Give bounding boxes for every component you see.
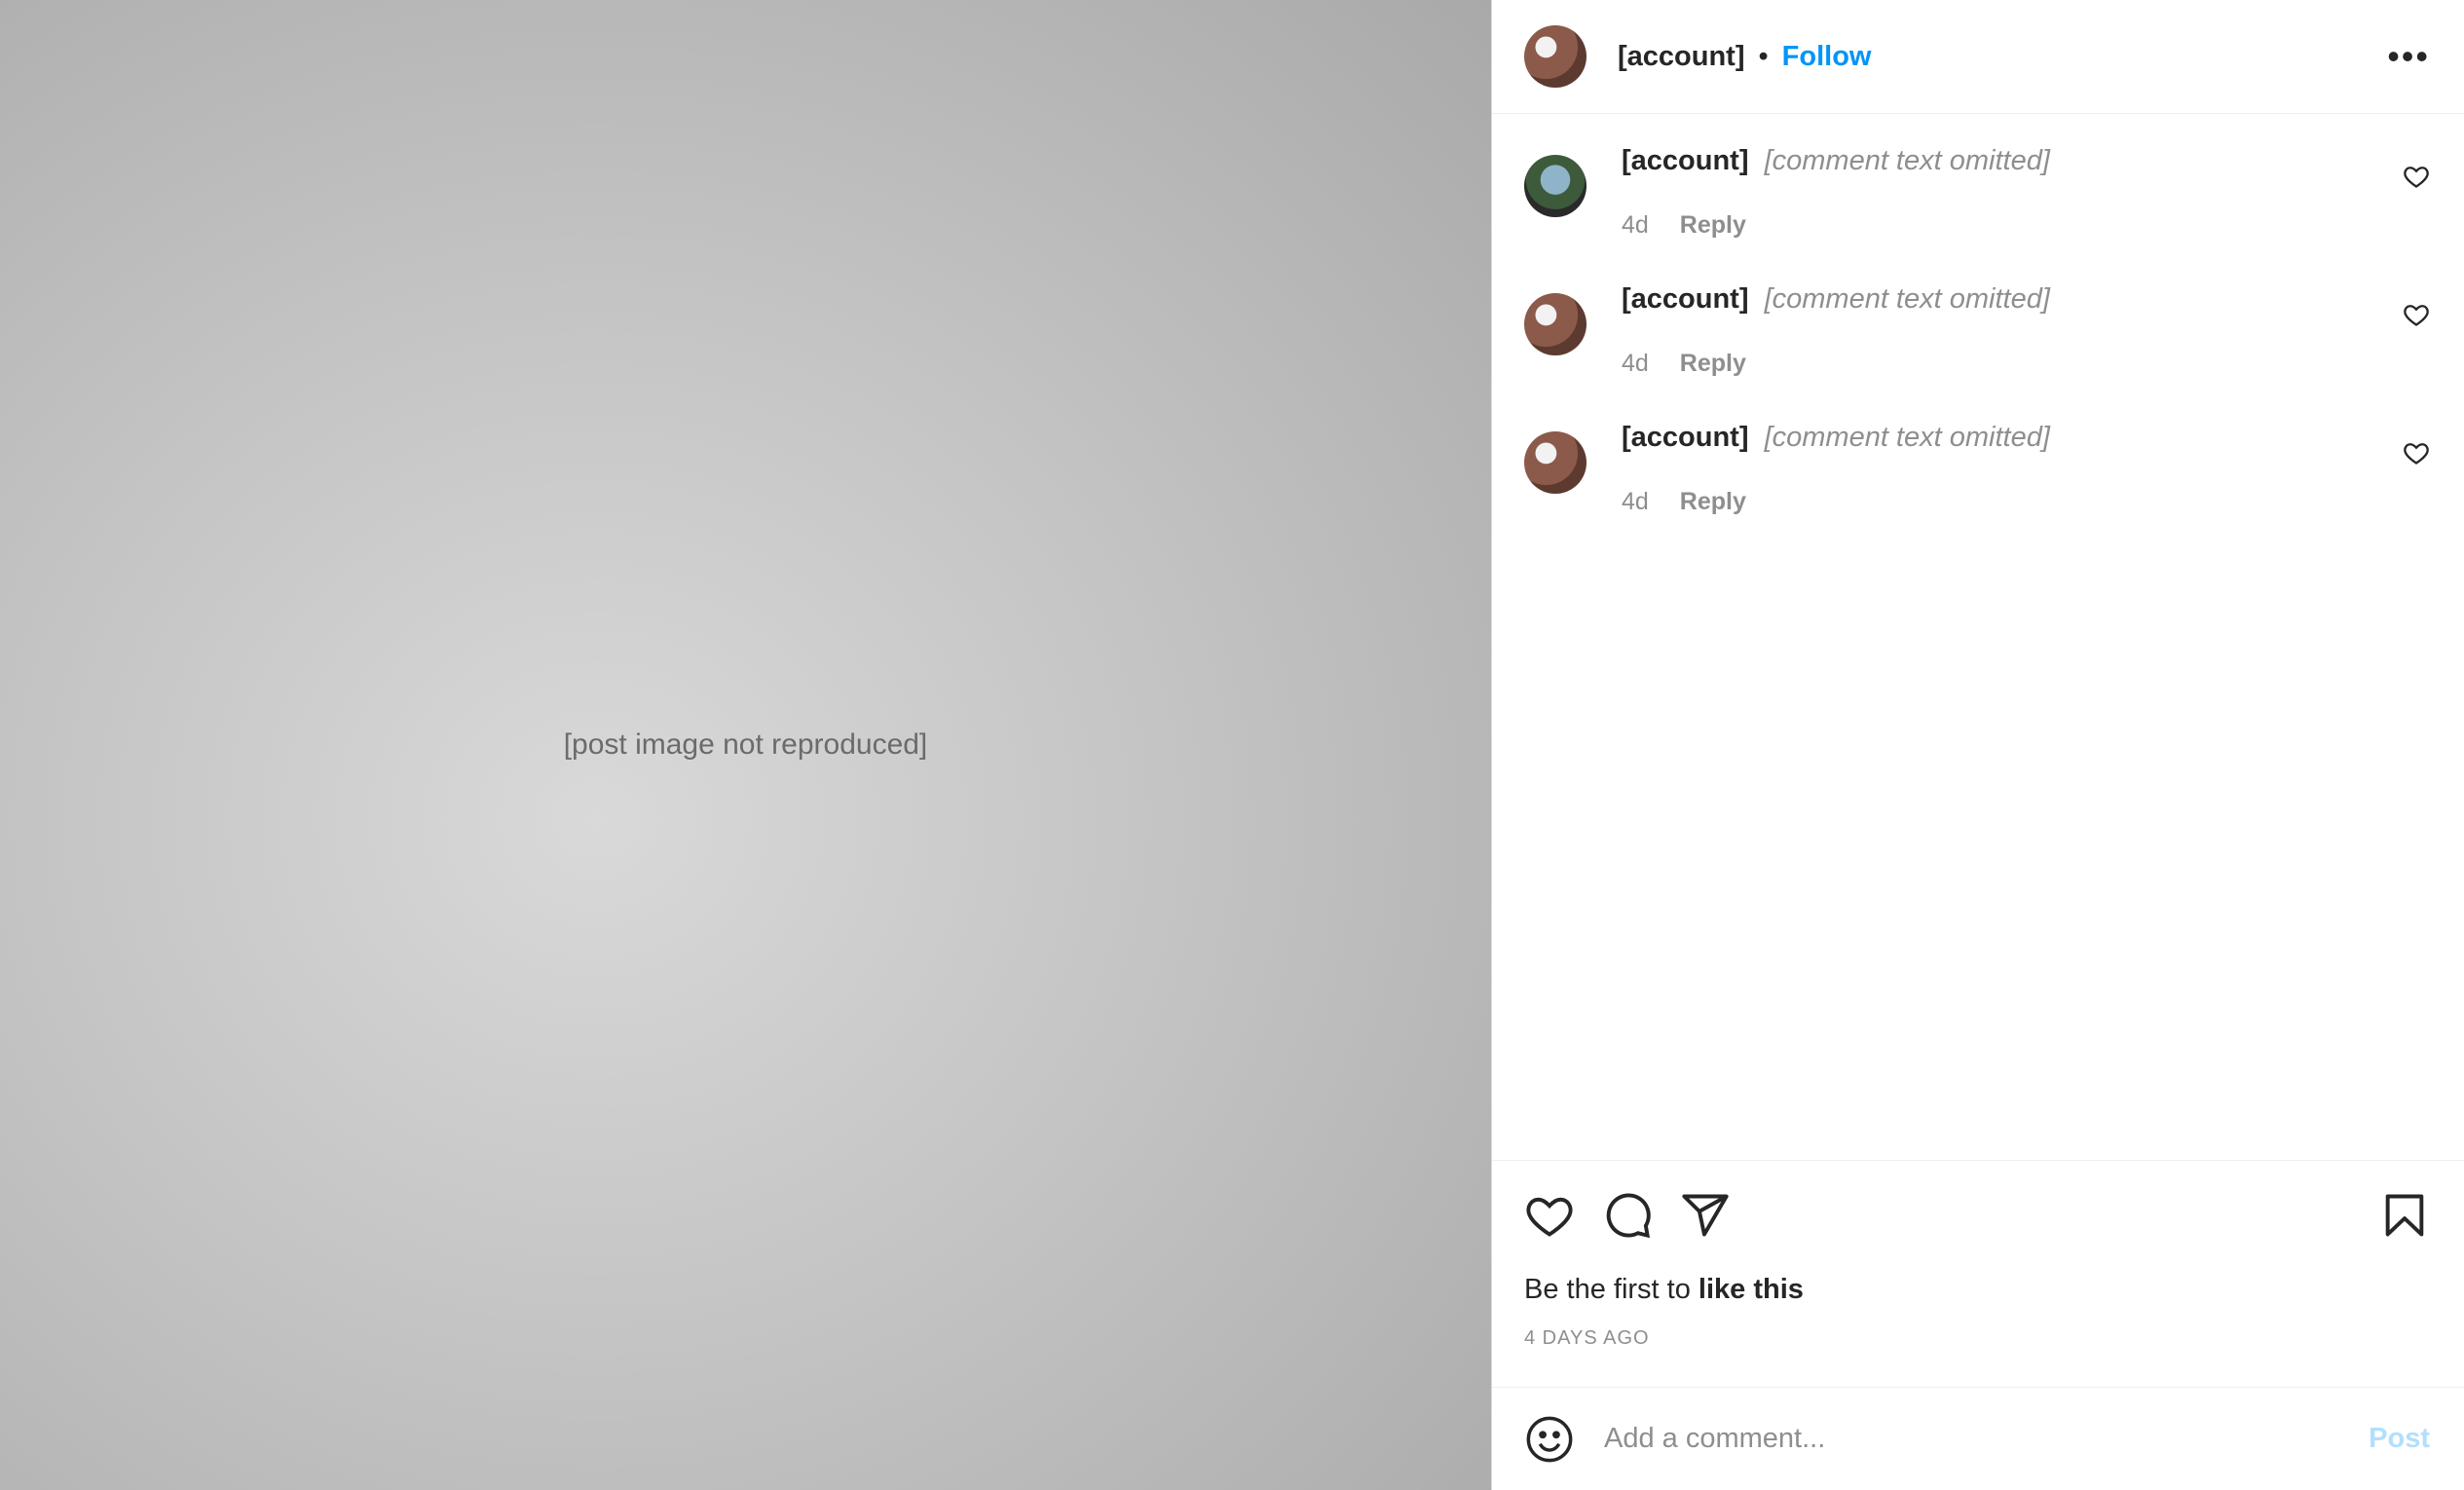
reply-button[interactable]: Reply [1680,488,1746,515]
comment-like-icon[interactable] [2403,301,2430,328]
comment-username[interactable]: [account] [1622,422,1749,453]
likes-summary: Be the first to like this [1524,1274,2430,1306]
post-details-panel: [account] • Follow ••• [account] [commen… [1491,0,2464,1490]
comment-meta: 4d Reply [1622,207,2050,242]
author-avatar[interactable] [1524,25,1587,88]
commenter-avatar[interactable] [1524,155,1587,217]
comment-text: [comment text omitted] [1764,283,2050,315]
post-header: [account] • Follow ••• [1492,0,2464,114]
bookmark-icon[interactable] [2379,1190,2430,1241]
commenter-avatar[interactable] [1524,431,1587,494]
comment-username[interactable]: [account] [1622,283,1749,315]
comment-item: [account] [comment text omitted] 4d Repl… [1524,281,2430,381]
comment-age: 4d [1622,211,1649,239]
post-image[interactable]: [post image not reproduced] [0,0,1491,1490]
comment-age: 4d [1622,350,1649,377]
comment-body: [account] [comment text omitted] 4d Repl… [1622,281,2118,381]
comment-username[interactable]: [account] [1622,145,1749,176]
comment-composer: Post [1492,1387,2464,1490]
action-bar [1524,1186,2430,1245]
comment-item: [account] [comment text omitted] 4d Repl… [1524,420,2430,519]
post-view: [post image not reproduced] [account] • … [0,0,2464,1490]
heart-icon[interactable] [1524,1190,1575,1241]
post-image-placeholder: [post image not reproduced] [563,728,928,761]
comment-text: [comment text omitted] [1764,145,2050,176]
likes-prefix: Be the first to [1524,1274,1699,1305]
comment-icon[interactable] [1602,1190,1653,1241]
comment-body: [account] [comment text omitted] 4d Repl… [1622,420,2118,519]
comment-input[interactable] [1604,1423,2370,1455]
follow-button[interactable]: Follow [1782,41,1872,73]
like-this-link[interactable]: like this [1699,1274,1804,1305]
reply-button[interactable]: Reply [1680,350,1746,377]
separator-dot: • [1758,40,1769,72]
share-icon[interactable] [1680,1190,1731,1241]
post-date: 4 DAYS AGO [1524,1327,1650,1349]
post-actions: Be the first to like this 4 DAYS AGO [1492,1160,2464,1387]
comment-age: 4d [1622,488,1649,515]
comment-text: [comment text omitted] [1764,422,2050,453]
comment-like-icon[interactable] [2403,163,2430,190]
post-button[interactable]: Post [2369,1423,2430,1455]
comment-like-icon[interactable] [2403,439,2430,466]
comment-meta: 4d Reply [1622,484,2050,519]
comment-item: [account] [comment text omitted] 4d Repl… [1524,143,2430,242]
more-options-icon[interactable]: ••• [2387,36,2430,77]
reply-button[interactable]: Reply [1680,211,1746,239]
comment-list[interactable]: [account] [comment text omitted] 4d Repl… [1492,114,2464,1160]
commenter-avatar[interactable] [1524,293,1587,355]
comment-meta: 4d Reply [1622,346,2050,381]
author-username[interactable]: [account] [1618,41,1745,73]
emoji-icon[interactable] [1524,1414,1575,1465]
comment-body: [account] [comment text omitted] 4d Repl… [1622,143,2118,242]
